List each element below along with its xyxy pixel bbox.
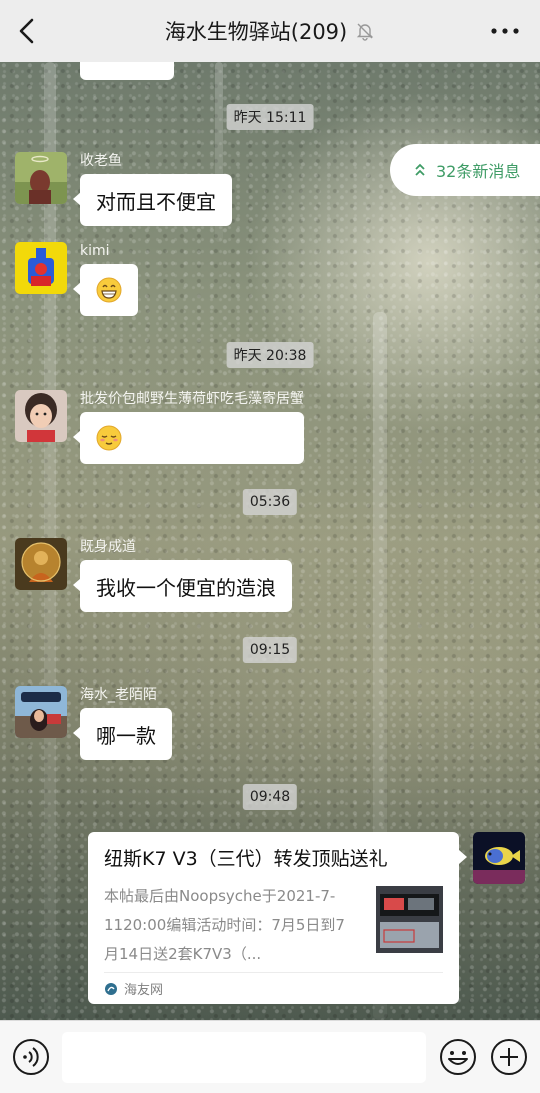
plus-icon[interactable] xyxy=(490,1038,528,1076)
double-chevron-up-icon xyxy=(415,163,425,176)
message-bubble[interactable]: 我收一个便宜的造浪 xyxy=(73,560,292,612)
sender-name: kimi xyxy=(80,243,110,259)
chat-area[interactable]: 32条新消息 昨天 15:11 收老鱼 对而且不便宜 kimi 昨天 20:38… xyxy=(0,62,540,1020)
more-options-icon[interactable] xyxy=(488,20,522,42)
sender-name: 收老鱼 xyxy=(80,153,122,169)
link-card-footer: 海友网 xyxy=(104,972,443,1004)
message-bubble[interactable]: 对而且不便宜 xyxy=(73,174,232,226)
relieved-face-icon xyxy=(96,425,122,451)
message-row: 批发价包邮野生薄荷虾吃毛藻寄居蟹 xyxy=(15,390,304,464)
chat-title: 海水生物驿站(209) xyxy=(164,20,348,44)
chat-title-group: 海水生物驿站(209) xyxy=(165,16,375,46)
grinning-face-icon xyxy=(96,277,122,303)
new-messages-label: 32条新消息 xyxy=(436,162,521,181)
mute-bell-icon xyxy=(357,23,374,41)
message-row-self: 纽斯K7 V3（三代）转发顶贴送礼 本帖最后由Noopsyche于2021-7-… xyxy=(88,832,525,1004)
avatar[interactable] xyxy=(15,686,67,738)
message-row: 既身成道 我收一个便宜的造浪 xyxy=(15,538,292,612)
timestamp: 昨天 15:11 xyxy=(226,104,314,130)
sender-name: 海水_老陌陌 xyxy=(80,687,157,703)
chat-header: 海水生物驿站(209) xyxy=(0,0,540,62)
voice-input-icon[interactable] xyxy=(12,1038,50,1076)
message-row: 收老鱼 对而且不便宜 xyxy=(15,152,232,226)
avatar[interactable] xyxy=(15,242,67,294)
message-bubble[interactable]: 哪一款 xyxy=(73,708,172,760)
message-input[interactable] xyxy=(62,1032,426,1083)
avatar[interactable] xyxy=(15,152,67,204)
timestamp: 05:36 xyxy=(242,489,298,515)
timestamp: 昨天 20:38 xyxy=(226,342,314,368)
message-bubble[interactable] xyxy=(73,412,304,464)
link-card-thumbnail xyxy=(376,886,443,953)
link-card-title: 纽斯K7 V3（三代）转发顶贴送礼 xyxy=(104,848,388,870)
avatar[interactable] xyxy=(15,538,67,590)
sender-name: 既身成道 xyxy=(80,539,136,555)
message-row: 海水_老陌陌 哪一款 xyxy=(15,686,172,760)
link-card[interactable]: 纽斯K7 V3（三代）转发顶贴送礼 本帖最后由Noopsyche于2021-7-… xyxy=(88,832,467,1004)
avatar[interactable] xyxy=(15,390,67,442)
input-bar xyxy=(0,1020,540,1093)
link-card-description: 本帖最后由Noopsyche于2021-7-1120:00编辑活动时间：7月5日… xyxy=(104,887,345,963)
timestamp: 09:48 xyxy=(242,784,298,810)
timestamp: 09:15 xyxy=(242,637,298,663)
link-card-source: 海友网 xyxy=(124,983,164,998)
message-text: 对而且不便宜 xyxy=(96,189,216,214)
message-text: 哪一款 xyxy=(96,723,156,748)
message-bubble[interactable] xyxy=(73,264,138,316)
message-row: kimi xyxy=(15,242,138,316)
new-messages-button[interactable]: 32条新消息 xyxy=(390,144,540,196)
sender-name: 批发价包邮野生薄荷虾吃毛藻寄居蟹 xyxy=(80,391,304,407)
source-logo-icon xyxy=(105,982,117,995)
back-arrow-icon[interactable] xyxy=(12,15,42,47)
self-avatar[interactable] xyxy=(473,832,525,884)
emoji-icon[interactable] xyxy=(439,1038,477,1076)
message-text: 我收一个便宜的造浪 xyxy=(96,575,276,600)
partial-message-bubble xyxy=(80,62,174,80)
